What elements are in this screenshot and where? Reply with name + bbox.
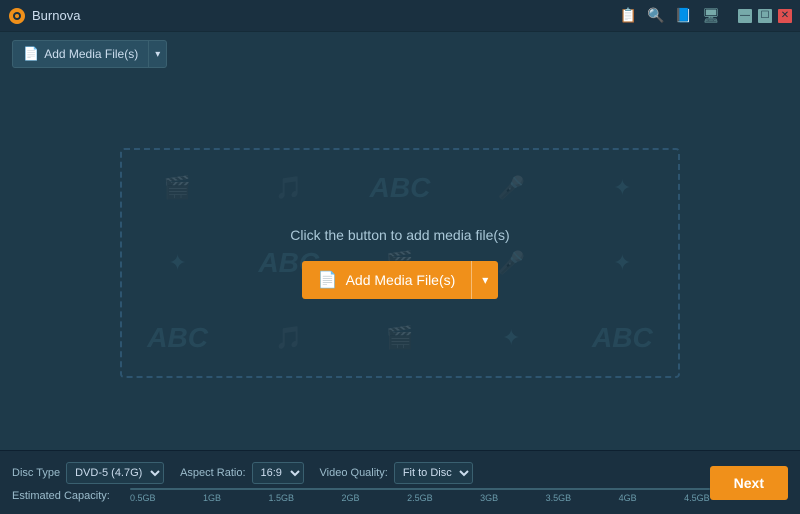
bottom-left: Disc Type DVD-5 (4.7G) DVD-9 (8.5G) BD-2… [12, 462, 710, 503]
title-icons: 📋 🔍 📘 🖥 — ☐ ✕ [620, 7, 792, 24]
wm-icon-11: 🎵 [233, 301, 344, 376]
video-quality-label: Video Quality: [320, 467, 388, 479]
wm-icon-0: 🎬 [122, 150, 233, 225]
arrow-icon: ▾ [155, 49, 160, 60]
app-logo-icon [8, 7, 26, 25]
wm-icon-14: ABC [567, 301, 678, 376]
tick-2: 1.5GB [269, 493, 295, 503]
title-left: Burnova [8, 7, 80, 25]
tick-4: 2.5GB [407, 493, 433, 503]
facebook-icon[interactable]: 📘 [675, 7, 692, 24]
add-media-top-label: Add Media File(s) [44, 47, 138, 61]
minimize-button[interactable]: — [738, 9, 752, 23]
wm-icon-4: ✦ [567, 150, 678, 225]
disc-type-label: Disc Type [12, 467, 60, 479]
aspect-ratio-label: Aspect Ratio: [180, 467, 245, 479]
bottom-bar: Disc Type DVD-5 (4.7G) DVD-9 (8.5G) BD-2… [0, 450, 800, 514]
wm-icon-13: ✦ [456, 301, 567, 376]
add-media-top-button[interactable]: 📄 Add Media File(s) ▾ [12, 40, 167, 68]
add-media-center-main[interactable]: 📄 Add Media File(s) [302, 261, 472, 299]
tick-8: 4.5GB [684, 493, 710, 503]
add-media-center-arrow[interactable]: ▾ [471, 261, 498, 299]
wm-icon-12: 🎬 [344, 301, 455, 376]
search-icon[interactable]: 🔍 [647, 7, 664, 24]
aspect-ratio-group: Aspect Ratio: 16:9 4:3 [180, 462, 303, 484]
app-title: Burnova [32, 8, 80, 23]
add-file-icon: 📄 [23, 46, 39, 62]
center-arrow-icon: ▾ [482, 273, 488, 287]
toolbar: 📄 Add Media File(s) ▾ [0, 32, 800, 76]
drop-zone-hint: Click the button to add media file(s) [290, 227, 509, 243]
tick-5: 3GB [480, 493, 498, 503]
tick-3: 2GB [342, 493, 360, 503]
wm-icon-2: ABC [344, 150, 455, 225]
add-media-center-label: Add Media File(s) [346, 272, 456, 288]
wm-icon-10: ABC [122, 301, 233, 376]
tick-1: 1GB [203, 493, 221, 503]
add-file-center-icon: 📄 [318, 270, 338, 290]
video-quality-group: Video Quality: Fit to Disc High Medium L… [320, 462, 473, 484]
capacity-ticks: 0.5GB 1GB 1.5GB 2GB 2.5GB 3GB 3.5GB 4GB … [130, 493, 710, 503]
window-controls: — ☐ ✕ [738, 9, 792, 23]
copy-icon[interactable]: 📋 [620, 7, 637, 24]
add-media-top-main[interactable]: 📄 Add Media File(s) [13, 41, 148, 67]
disc-type-group: Disc Type DVD-5 (4.7G) DVD-9 (8.5G) BD-2… [12, 462, 164, 484]
bottom-controls: Disc Type DVD-5 (4.7G) DVD-9 (8.5G) BD-2… [12, 462, 710, 484]
aspect-ratio-select[interactable]: 16:9 4:3 [252, 462, 304, 484]
maximize-button[interactable]: ☐ [758, 9, 772, 23]
capacity-bar [130, 488, 710, 490]
next-button[interactable]: Next [710, 466, 788, 500]
wm-icon-3: 🎤 [456, 150, 567, 225]
tick-0: 0.5GB [130, 493, 156, 503]
bottom-main-row: Disc Type DVD-5 (4.7G) DVD-9 (8.5G) BD-2… [12, 462, 788, 503]
tick-7: 4GB [619, 493, 637, 503]
capacity-row: Estimated Capacity: 0.5GB 1GB 1.5GB 2GB … [12, 488, 710, 503]
main-content: 🎬 🎵 ABC 🎤 ✦ ✦ ABC 🎬 🎤 ✦ ABC 🎵 🎬 ✦ ABC Cl… [0, 76, 800, 450]
close-button[interactable]: ✕ [778, 9, 792, 23]
wm-icon-1: 🎵 [233, 150, 344, 225]
capacity-label: Estimated Capacity: [12, 490, 122, 502]
wm-icon-9: ✦ [567, 225, 678, 300]
disc-type-select[interactable]: DVD-5 (4.7G) DVD-9 (8.5G) BD-25 BD-50 [66, 462, 164, 484]
wm-icon-5: ✦ [122, 225, 233, 300]
video-quality-select[interactable]: Fit to Disc High Medium Low [394, 462, 473, 484]
tick-6: 3.5GB [546, 493, 572, 503]
monitor-icon[interactable]: 🖥 [702, 7, 720, 24]
drop-zone: 🎬 🎵 ABC 🎤 ✦ ✦ ABC 🎬 🎤 ✦ ABC 🎵 🎬 ✦ ABC Cl… [120, 148, 680, 378]
add-media-center-button[interactable]: 📄 Add Media File(s) ▾ [302, 261, 499, 299]
add-media-top-arrow[interactable]: ▾ [148, 41, 166, 67]
title-bar: Burnova 📋 🔍 📘 🖥 — ☐ ✕ [0, 0, 800, 32]
